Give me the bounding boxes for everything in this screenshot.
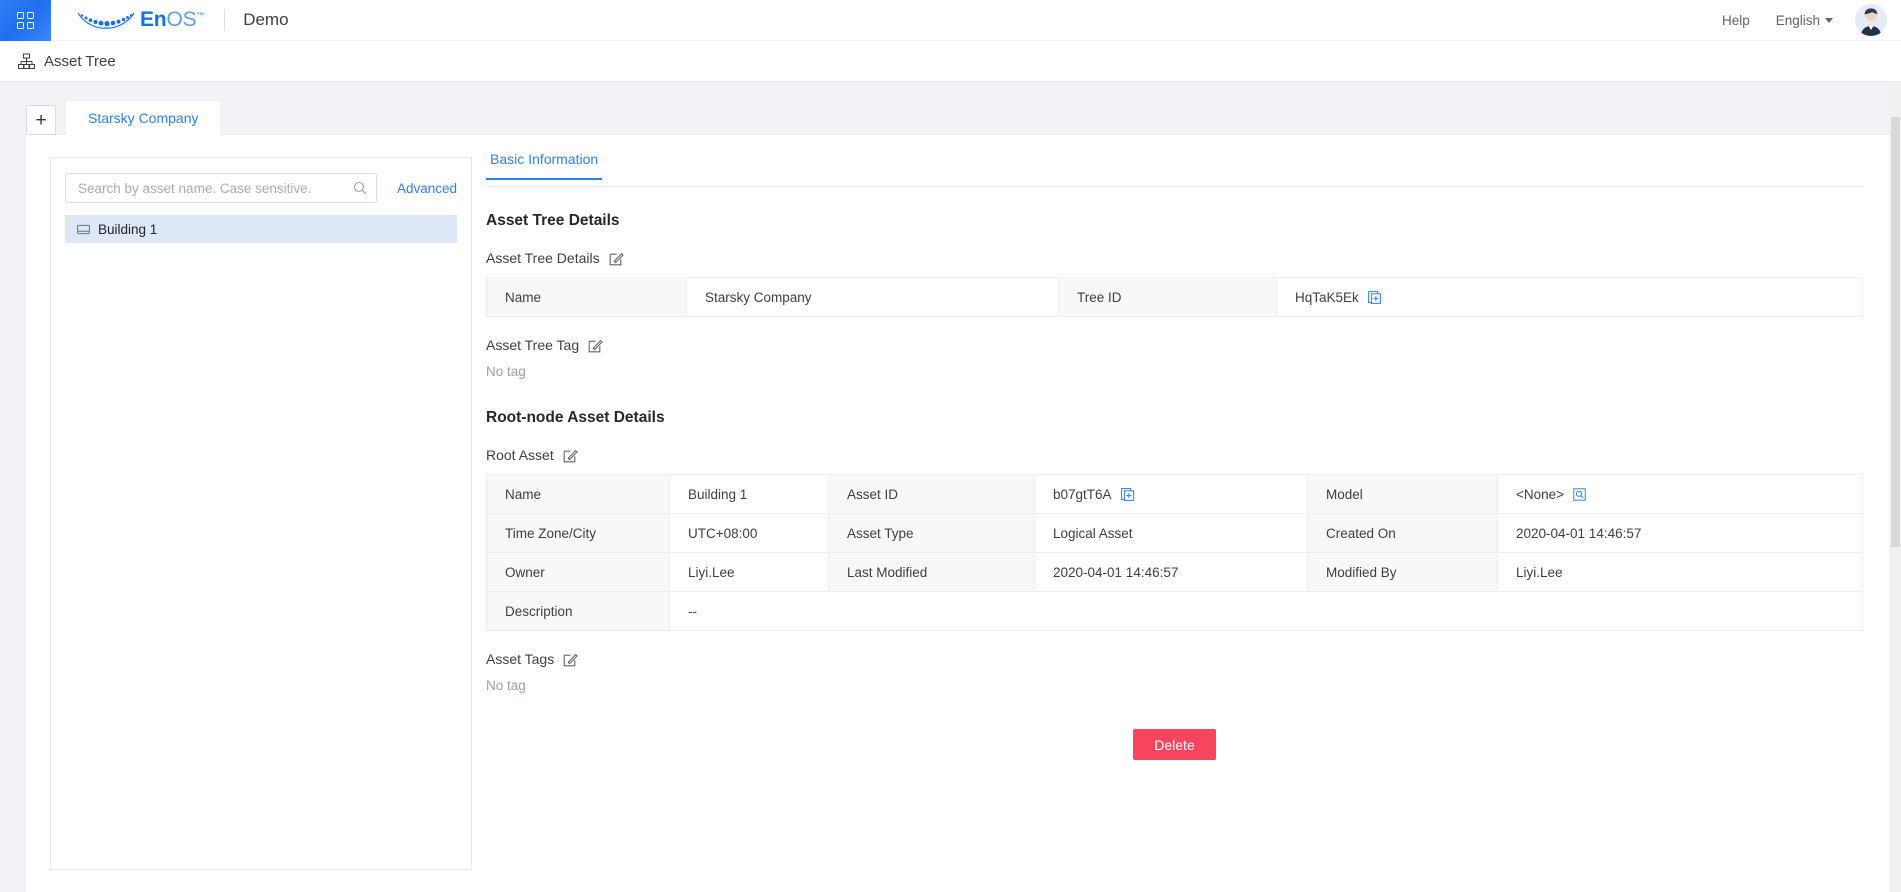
language-label: English bbox=[1776, 13, 1820, 28]
help-link[interactable]: Help bbox=[1722, 13, 1750, 28]
advanced-search-link[interactable]: Advanced bbox=[397, 181, 457, 196]
cell-key-name: Name bbox=[487, 278, 687, 317]
subsection-asset-tree-details: Asset Tree Details bbox=[486, 250, 1863, 266]
tree-node-building-1[interactable]: Building 1 bbox=[65, 215, 457, 243]
cell-value-description: -- bbox=[670, 592, 1863, 631]
subsection-label: Asset Tree Details bbox=[486, 250, 600, 266]
chevron-down-icon bbox=[1825, 18, 1833, 23]
brand-logo: EnOS™ bbox=[77, 8, 204, 32]
subsection-label: Root Asset bbox=[486, 447, 554, 463]
cell-value-asset-id: b07gtT6A bbox=[1035, 475, 1308, 514]
avatar[interactable] bbox=[1855, 4, 1887, 36]
cell-key-asset-id: Asset ID bbox=[829, 475, 1035, 514]
cell-value-modified-by: Liyi.Lee bbox=[1498, 553, 1863, 592]
brand-name-os: OS bbox=[166, 8, 196, 31]
cell-key-tree-id: Tree ID bbox=[1059, 278, 1277, 317]
footer-actions: Delete bbox=[486, 729, 1863, 760]
delete-button[interactable]: Delete bbox=[1133, 729, 1215, 760]
root-asset-table: Name Building 1 Asset ID b07gtT6A bbox=[486, 474, 1863, 631]
tree-column: Advanced Building 1 bbox=[26, 135, 472, 892]
section-title-asset-tree-details: Asset Tree Details bbox=[486, 212, 1863, 230]
model-value: <None> bbox=[1516, 487, 1564, 502]
apps-grid-button[interactable] bbox=[0, 0, 51, 41]
asset-tree-list: Building 1 bbox=[65, 215, 457, 243]
tab-starsky-company[interactable]: Starsky Company bbox=[66, 101, 220, 135]
add-tree-button[interactable]: + bbox=[26, 105, 56, 135]
cell-key-modified-by: Modified By bbox=[1308, 553, 1498, 592]
breadcrumb-label: Asset Tree bbox=[44, 53, 116, 70]
cell-key-last-modified: Last Modified bbox=[829, 553, 1035, 592]
detail-column: Basic Information Asset Tree Details Ass… bbox=[472, 135, 1889, 892]
cell-key-description: Description bbox=[487, 592, 670, 631]
device-icon bbox=[77, 223, 90, 236]
edit-icon[interactable] bbox=[563, 448, 578, 463]
subsection-label: Asset Tree Tag bbox=[486, 337, 579, 353]
page-scrollbar-thumb[interactable] bbox=[1891, 117, 1900, 547]
detail-tabstrip: Basic Information bbox=[486, 151, 1863, 187]
main-panel: Advanced Building 1 Basic Information bbox=[26, 135, 1889, 892]
search-icon[interactable] bbox=[353, 181, 367, 195]
table-row: Time Zone/City UTC+08:00 Asset Type Logi… bbox=[487, 514, 1863, 553]
asset-tree-tabstrip: + Starsky Company bbox=[26, 101, 1901, 135]
subsection-asset-tags: Asset Tags bbox=[486, 651, 1863, 667]
top-bar-right-group: Help English bbox=[1722, 4, 1901, 36]
table-row: Owner Liyi.Lee Last Modified 2020-04-01 … bbox=[487, 553, 1863, 592]
section-title-root-node-asset-details: Root-node Asset Details bbox=[486, 409, 1863, 427]
edit-icon[interactable] bbox=[563, 652, 578, 667]
asset-id-value: b07gtT6A bbox=[1053, 487, 1112, 502]
copy-icon[interactable] bbox=[1121, 488, 1134, 501]
search-input[interactable] bbox=[76, 180, 353, 197]
tree-card: Advanced Building 1 bbox=[50, 157, 472, 870]
language-selector[interactable]: English bbox=[1776, 13, 1833, 28]
app-name-label: Demo bbox=[243, 10, 288, 30]
cell-key-created-on: Created On bbox=[1308, 514, 1498, 553]
cell-value-name: Starsky Company bbox=[687, 278, 1059, 317]
brand-trademark: ™ bbox=[196, 11, 204, 20]
cell-key-asset-type: Asset Type bbox=[829, 514, 1035, 553]
cell-value-created-on: 2020-04-01 14:46:57 bbox=[1498, 514, 1863, 553]
page-scrollbar-track[interactable] bbox=[1889, 82, 1901, 892]
cell-value-name: Building 1 bbox=[670, 475, 829, 514]
cell-key-model: Model bbox=[1308, 475, 1498, 514]
enos-swoosh-icon bbox=[77, 11, 135, 29]
cell-value-time-zone: UTC+08:00 bbox=[670, 514, 829, 553]
tab-basic-information[interactable]: Basic Information bbox=[486, 151, 602, 180]
cell-value-tree-id: HqTaK5Ek bbox=[1277, 278, 1863, 317]
copy-icon[interactable] bbox=[1368, 291, 1381, 304]
cell-value-asset-type: Logical Asset bbox=[1035, 514, 1308, 553]
table-row: Name Starsky Company Tree ID HqTaK5Ek bbox=[487, 278, 1863, 317]
cell-value-owner: Liyi.Lee bbox=[670, 553, 829, 592]
asset-tree-icon bbox=[18, 53, 35, 70]
table-row: Description -- bbox=[487, 592, 1863, 631]
edit-icon[interactable] bbox=[609, 251, 624, 266]
top-bar: EnOS™ Demo Help English bbox=[0, 0, 1901, 41]
brand-name-en: En bbox=[140, 8, 166, 31]
subsection-asset-tree-tag: Asset Tree Tag bbox=[486, 337, 1863, 353]
asset-tags-empty: No tag bbox=[486, 678, 1863, 693]
asset-tree-tag-empty: No tag bbox=[486, 364, 1863, 379]
asset-tree-details-table: Name Starsky Company Tree ID HqTaK5Ek bbox=[486, 277, 1863, 317]
edit-icon[interactable] bbox=[588, 338, 603, 353]
apps-grid-icon bbox=[17, 12, 34, 29]
cell-value-model: <None> bbox=[1498, 475, 1863, 514]
content-area: + Starsky Company Advanced bbox=[0, 82, 1901, 892]
tree-id-value: HqTaK5Ek bbox=[1295, 290, 1359, 305]
tree-search-row: Advanced bbox=[65, 173, 457, 203]
tree-node-label: Building 1 bbox=[98, 222, 157, 237]
breadcrumb: Asset Tree bbox=[0, 41, 1901, 82]
cell-key-name: Name bbox=[487, 475, 670, 514]
table-row: Name Building 1 Asset ID b07gtT6A bbox=[487, 475, 1863, 514]
search-box[interactable] bbox=[65, 173, 377, 203]
cell-key-owner: Owner bbox=[487, 553, 670, 592]
subsection-label: Asset Tags bbox=[486, 651, 554, 667]
cell-value-last-modified: 2020-04-01 14:46:57 bbox=[1035, 553, 1308, 592]
cell-key-time-zone: Time Zone/City bbox=[487, 514, 670, 553]
subsection-root-asset: Root Asset bbox=[486, 447, 1863, 463]
header-divider bbox=[224, 10, 225, 30]
view-model-icon[interactable] bbox=[1573, 488, 1586, 501]
